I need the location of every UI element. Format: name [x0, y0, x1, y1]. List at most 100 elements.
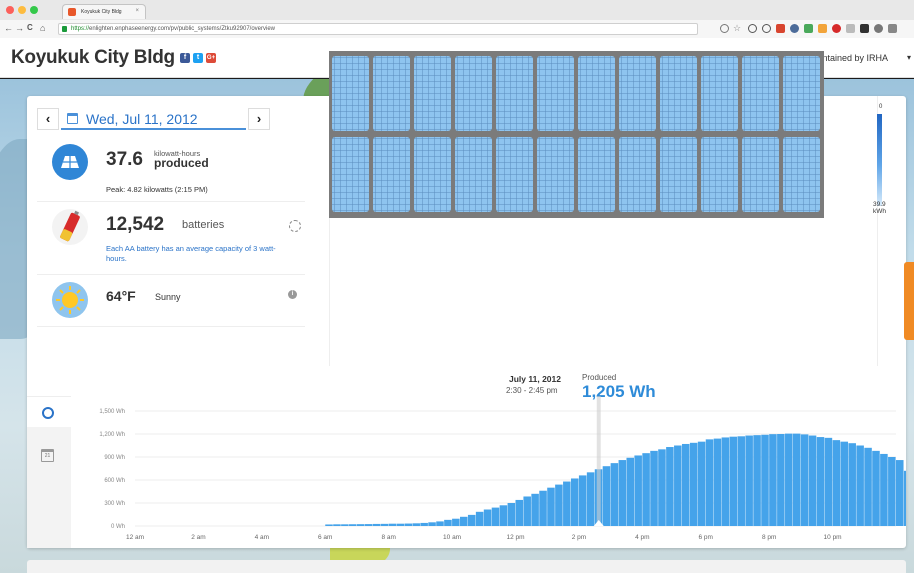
page-title: Koyukuk City Bldg — [11, 47, 175, 68]
solar-panel[interactable] — [455, 56, 492, 131]
forward-button[interactable]: → — [15, 23, 24, 33]
extension-grey-icon[interactable] — [846, 24, 855, 33]
back-button[interactable]: ← — [4, 23, 13, 33]
battery-icon — [52, 209, 88, 245]
chart-bar — [816, 437, 825, 526]
production-chart: 1,500 Wh 1,200 Wh 900 Wh 600 Wh 300 Wh 0 Wh 1… — [99, 396, 906, 541]
refresh-icon[interactable] — [289, 220, 301, 232]
chart-bar — [515, 499, 524, 526]
solar-panel[interactable] — [701, 56, 738, 131]
chart-bar — [729, 436, 738, 526]
chart-bar — [483, 509, 492, 526]
extension-orange-icon[interactable] — [818, 24, 827, 33]
batteries-value: 12,542 — [106, 214, 165, 235]
chart-bar — [705, 439, 714, 526]
solar-panel[interactable] — [660, 56, 697, 131]
feedback-tab[interactable] — [904, 262, 914, 340]
solar-panel[interactable] — [701, 137, 738, 212]
extension-last-icon[interactable] — [874, 24, 883, 33]
weather-condition: Sunny — [155, 292, 181, 302]
date-picker[interactable]: Wed, Jul 11, 2012 — [61, 108, 246, 130]
browser-tab[interactable]: Koyukuk City Bldg × — [62, 4, 146, 19]
chart-bar — [372, 523, 381, 526]
reload-button[interactable]: C — [27, 23, 33, 33]
extension-green-icon[interactable] — [804, 24, 813, 33]
solar-panel[interactable] — [742, 56, 779, 131]
extension-red-icon[interactable] — [776, 24, 785, 33]
solar-panel[interactable] — [537, 137, 574, 212]
chart-bar — [420, 522, 428, 526]
info-icon[interactable]: i — [288, 290, 297, 299]
chevron-down-icon[interactable]: ▾ — [907, 53, 911, 62]
solar-panel[interactable] — [619, 137, 656, 212]
next-day-button[interactable]: › — [248, 108, 270, 130]
x-axis: 12 am 2 am 4 am 6 am 8 am 10 am 12 pm 2 pm 4 pm 6… — [126, 534, 842, 541]
zoom-window-button[interactable] — [30, 6, 38, 14]
menu-icon[interactable] — [888, 24, 897, 33]
minimize-window-button[interactable] — [18, 6, 26, 14]
chart-bar — [888, 457, 896, 526]
solar-panel[interactable] — [783, 56, 820, 131]
solar-panel[interactable] — [496, 56, 533, 131]
chart-bar — [761, 434, 769, 526]
solar-panel[interactable] — [414, 56, 451, 131]
home-button[interactable]: ⌂ — [40, 23, 45, 33]
chart-bar — [356, 524, 365, 526]
address-bar[interactable]: https://enlighten.enphaseenergy.com/pv/p… — [58, 23, 698, 35]
solar-panel[interactable] — [742, 137, 779, 212]
solar-panel[interactable] — [660, 137, 697, 212]
extension-dark-icon[interactable] — [860, 24, 869, 33]
weather-row: 64°F Sunny i — [37, 275, 305, 327]
scale-max-value: 39.9 — [873, 201, 886, 208]
extension-circle-icon[interactable] — [748, 24, 757, 33]
chart-bar — [697, 441, 706, 526]
facebook-icon[interactable]: f — [180, 53, 190, 63]
google-plus-icon[interactable]: G+ — [206, 53, 216, 63]
solar-panel[interactable] — [537, 56, 574, 131]
chart-bar — [570, 478, 579, 526]
zoom-icon[interactable] — [720, 24, 729, 33]
solar-panel[interactable] — [578, 137, 615, 212]
tab-title: Koyukuk City Bldg — [81, 9, 122, 15]
solar-panel[interactable] — [619, 56, 656, 131]
calendar-view-icon[interactable]: 21 — [41, 449, 54, 462]
chart-bar — [753, 435, 761, 526]
sun-icon — [52, 282, 88, 318]
twitter-icon[interactable]: t — [193, 53, 203, 63]
tab-daily-view[interactable] — [27, 397, 71, 427]
chart-bar — [531, 493, 539, 526]
chart-bar — [467, 514, 476, 526]
chart-bar — [380, 523, 389, 526]
chart-bar — [903, 470, 906, 526]
previous-day-button[interactable]: ‹ — [37, 108, 59, 130]
chart-bar — [547, 487, 555, 526]
chart-bar — [325, 524, 333, 526]
extension-blue-icon[interactable] — [790, 24, 799, 33]
star-icon[interactable]: ☆ — [733, 24, 742, 33]
solar-panel[interactable] — [496, 137, 533, 212]
tab-close-icon[interactable]: × — [135, 8, 139, 14]
chart-bar — [840, 441, 849, 526]
x-tick-label: 2 am — [191, 534, 205, 541]
solar-panel[interactable] — [455, 137, 492, 212]
pinterest-icon[interactable] — [832, 24, 841, 33]
chart-bar — [634, 455, 642, 526]
x-tick-label: 10 am — [443, 534, 461, 541]
extension-block-icon[interactable] — [762, 24, 771, 33]
solar-panel[interactable] — [783, 137, 820, 212]
energy-unit-produced: produced — [154, 156, 209, 170]
solar-panel[interactable] — [578, 56, 615, 131]
solar-panel[interactable] — [332, 56, 369, 131]
y-tick-label: 900 Wh — [104, 455, 125, 461]
x-tick-label: 2 pm — [572, 534, 586, 541]
solar-panel[interactable] — [373, 137, 410, 212]
batteries-label: batteries — [182, 219, 225, 231]
y-tick-label: 300 Wh — [104, 501, 125, 507]
chart-bar — [396, 523, 405, 526]
chart-bar — [658, 449, 666, 526]
solar-panel[interactable] — [332, 137, 369, 212]
solar-panel[interactable] — [373, 56, 410, 131]
chart-bar — [618, 460, 627, 526]
solar-panel[interactable] — [414, 137, 451, 212]
close-window-button[interactable] — [6, 6, 14, 14]
